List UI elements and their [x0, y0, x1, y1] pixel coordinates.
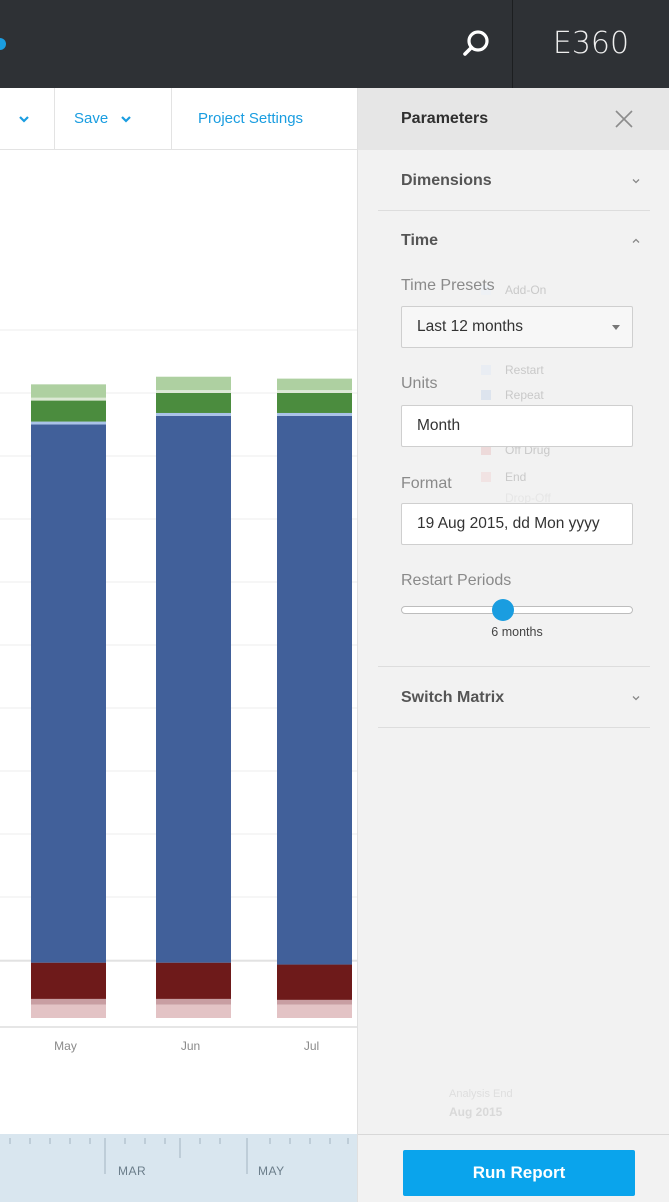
units-label: Units: [401, 375, 438, 392]
bar-segment-end[interactable]: [31, 962, 106, 999]
bar-segment-continuing[interactable]: [277, 415, 352, 965]
time-presets-select[interactable]: Last 12 months: [401, 306, 633, 348]
chevron-up-icon: [632, 238, 640, 243]
close-button[interactable]: [608, 103, 640, 135]
panel-title: Parameters: [401, 110, 489, 127]
bar-segment-off-drug-light[interactable]: [277, 1004, 352, 1018]
app-name[interactable]: E360: [513, 0, 669, 88]
section-divider: [378, 727, 650, 728]
legend-swatch: [481, 365, 491, 375]
timeline-label: MAY: [258, 1164, 285, 1178]
legend-swatch: [481, 390, 491, 400]
x-tick-label: Jul: [304, 1039, 319, 1053]
format-field[interactable]: [401, 503, 633, 545]
toolbar-divider: [171, 88, 172, 149]
bar-segment-end[interactable]: [277, 964, 352, 1000]
x-tick-label: Jun: [181, 1039, 200, 1053]
dropdown-button[interactable]: [18, 88, 30, 149]
time-presets-value: Last 12 months: [417, 318, 523, 335]
ghost-legend-item: End: [505, 470, 527, 484]
ghost-legend-item: Add-On: [505, 283, 547, 297]
section-label: Dimensions: [401, 172, 492, 189]
status-dot: [0, 38, 6, 50]
bar-segment-repeat-edge[interactable]: [31, 421, 106, 425]
bar-segment-switch[interactable]: [31, 400, 106, 422]
section-divider: [378, 666, 650, 667]
ghost-legend-item: Restart: [505, 363, 544, 377]
panel-header: Parameters: [358, 88, 669, 150]
toolbar-divider: [54, 88, 55, 149]
search-icon: [463, 30, 489, 56]
ghost-legend-item: Repeat: [505, 388, 544, 402]
bar-segment-end[interactable]: [156, 962, 231, 999]
search-button[interactable]: [440, 0, 512, 88]
chart-area: May Jun Jul: [0, 150, 357, 1134]
bar-segment-switch[interactable]: [277, 392, 352, 413]
section-switch-matrix[interactable]: Switch Matrix: [378, 669, 650, 727]
time-presets-label: Time Presets: [401, 277, 495, 294]
bar-segment-off-drug-light[interactable]: [156, 1004, 231, 1018]
bar-segment-off-drug[interactable]: [156, 998, 231, 1005]
analysis-end-value: Aug 2015: [449, 1105, 503, 1119]
bar-segment-add-on[interactable]: [156, 376, 231, 391]
restart-periods-value: 6 months: [491, 625, 543, 639]
bar-segment-add-on[interactable]: [31, 384, 106, 398]
app-window: E360 Save Project Settings May Jun Jul M…: [0, 0, 669, 1202]
timeline-ticks: [9, 1138, 349, 1174]
close-icon: [615, 110, 633, 128]
save-button[interactable]: Save: [74, 88, 132, 149]
chevron-down-icon: [632, 179, 640, 184]
bar-segment-off-drug[interactable]: [277, 999, 352, 1005]
top-bar: E360: [0, 0, 669, 88]
bar-segment-repeat-edge[interactable]: [156, 412, 231, 416]
run-report-button[interactable]: Run Report: [403, 1150, 635, 1196]
x-tick-label: May: [54, 1039, 77, 1053]
legend-swatch: [481, 472, 491, 482]
bar-segment-off-drug-light[interactable]: [31, 1004, 106, 1018]
parameters-panel: Add-On Restart Repeat Off Drug End Drop-…: [357, 88, 669, 1202]
bar-segment-switch[interactable]: [156, 392, 231, 413]
restart-periods-slider[interactable]: [401, 606, 633, 614]
bar-segment-off-drug[interactable]: [31, 998, 106, 1005]
bar-segment-continuing[interactable]: [31, 424, 106, 963]
bar-segment-add-on-edge[interactable]: [277, 390, 352, 393]
panel-footer-divider: [358, 1134, 669, 1135]
bar-segment-add-on-edge[interactable]: [156, 390, 231, 393]
bar-segment-repeat-edge[interactable]: [277, 412, 352, 416]
save-label: Save: [74, 110, 109, 127]
analysis-end-label: Analysis End: [449, 1088, 513, 1100]
caret-down-icon: [612, 325, 620, 330]
chevron-down-icon: [632, 696, 640, 701]
format-label: Format: [401, 475, 452, 492]
bar-segment-add-on-edge[interactable]: [31, 397, 106, 401]
section-label: Switch Matrix: [401, 689, 505, 706]
bar-segment-add-on[interactable]: [277, 378, 352, 391]
chevron-down-icon: [121, 115, 131, 123]
section-label: Time: [401, 232, 439, 249]
slider-handle[interactable]: [492, 599, 515, 621]
chevron-down-icon: [19, 115, 29, 123]
section-dimensions[interactable]: Dimensions: [378, 152, 650, 210]
section-time[interactable]: Time: [378, 212, 650, 270]
units-field[interactable]: [401, 405, 633, 447]
timeline-label: MAR: [118, 1164, 147, 1178]
stacked-bar-chart: May Jun Jul: [0, 329, 357, 1053]
toolbar: Save Project Settings: [0, 88, 357, 150]
project-settings-link[interactable]: Project Settings: [198, 88, 303, 149]
bar-segment-continuing[interactable]: [156, 415, 231, 963]
section-divider: [378, 210, 650, 211]
restart-periods-label: Restart Periods: [401, 572, 512, 589]
timeline-navigator[interactable]: MAR MAY: [0, 1134, 357, 1202]
